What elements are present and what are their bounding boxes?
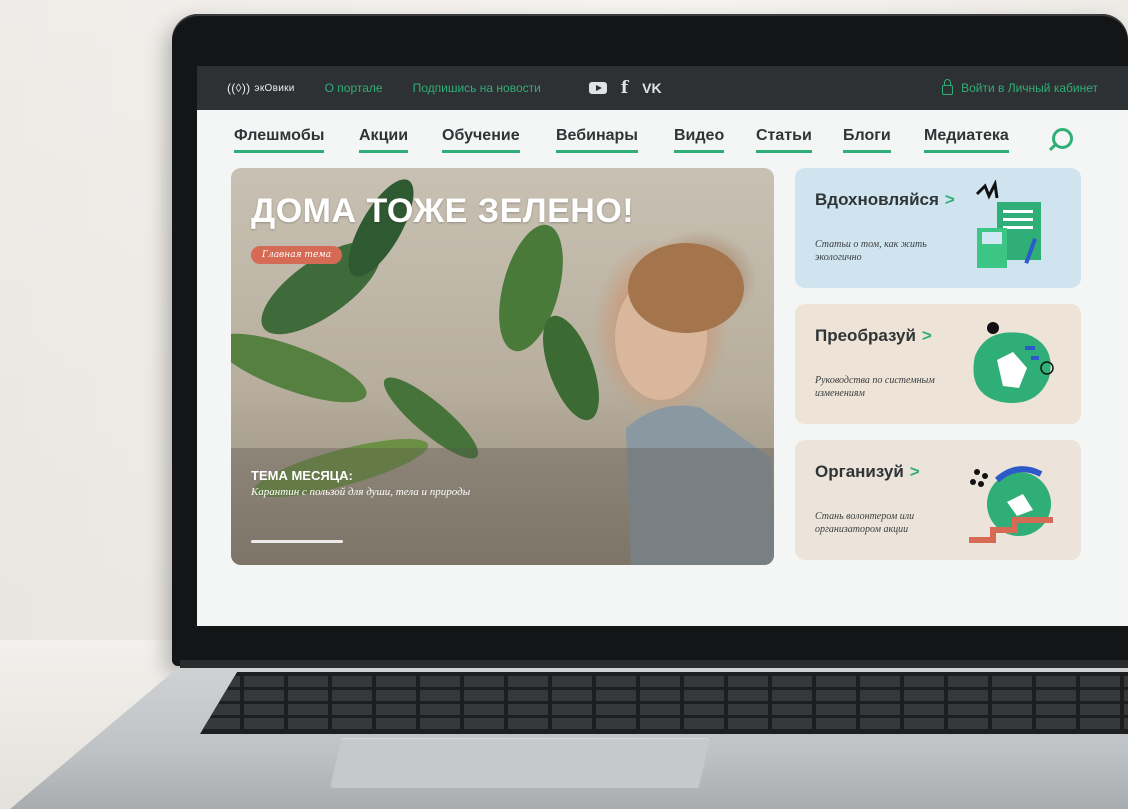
login-label: Войти в Личный кабинет	[961, 81, 1098, 95]
card-text: Статьи о том, как жить экологично	[815, 239, 927, 263]
facebook-icon[interactable]: f	[621, 80, 628, 97]
hero-subtitle: ТЕМА МЕСЯЦА:	[251, 468, 353, 483]
subscribe-link[interactable]: Подпишись на новости	[413, 81, 541, 95]
card-organize[interactable]: Организуй > Стань волонтером или организа…	[795, 440, 1081, 560]
nav-item-media-library[interactable]: Медиатека	[924, 127, 1009, 153]
hero-title: ДОМА ТОЖЕ ЗЕЛЕНО!	[251, 192, 635, 230]
documents-illustration-icon	[975, 180, 1041, 268]
chevron-right-icon: >	[921, 326, 932, 345]
nav-item-video[interactable]: Видео	[674, 127, 725, 153]
lock-icon	[942, 79, 954, 95]
logo-icon: ((◊))	[227, 81, 251, 95]
card-title: Организуй >	[815, 462, 920, 481]
logo-text: экОвики	[254, 82, 295, 94]
card-text: Стань волонтером или организатором акции	[815, 511, 915, 535]
hero-badge[interactable]: Главная тема	[251, 246, 343, 264]
top-bar: ((◊)) экОвики О портале Подпишись на нов…	[197, 66, 1128, 110]
keyboard	[200, 672, 1128, 734]
chevron-right-icon: >	[909, 462, 920, 481]
nav-item-articles[interactable]: Статьи	[756, 127, 812, 153]
nav-item-webinars[interactable]: Вебинары	[556, 127, 638, 153]
nav-item-flashmobs[interactable]: Флешмобы	[234, 127, 325, 153]
vk-icon[interactable]: VK	[642, 80, 661, 96]
touchpad	[330, 738, 710, 788]
nav-item-blogs[interactable]: Блоги	[843, 127, 891, 153]
hero-text: Карантин с пользой для души, тела и прир…	[251, 486, 471, 498]
hero-caption-overlay	[231, 448, 774, 565]
card-text: Руководства по системным изменениям	[815, 375, 935, 399]
card-transform[interactable]: Преобразуй > Руководства по системным изм…	[795, 304, 1081, 424]
site-logo[interactable]: ((◊)) экОвики	[227, 81, 295, 95]
social-links: f VK	[588, 80, 662, 97]
card-inspire[interactable]: Вдохновляйся > Статьи о том, как жить эко…	[795, 168, 1081, 288]
nav-item-education[interactable]: Обучение	[442, 127, 520, 153]
main-nav: Флешмобы Акции Обучение Вебинары Видео С…	[197, 110, 1128, 166]
search-icon[interactable]	[1052, 128, 1073, 149]
chevron-right-icon: >	[944, 190, 955, 209]
about-link[interactable]: О портале	[325, 81, 383, 95]
login-link[interactable]: Войти в Личный кабинет	[942, 79, 1098, 95]
slider-progress-bar[interactable]	[251, 540, 343, 543]
card-title: Вдохновляйся >	[815, 190, 955, 209]
nav-item-actions[interactable]: Акции	[359, 127, 409, 153]
hand-gesture-illustration-icon	[973, 322, 1054, 403]
volunteers-illustration-icon	[969, 466, 1053, 543]
laptop-screen: ((◊)) экОвики О портале Подпишись на нов…	[197, 66, 1128, 626]
hero-banner[interactable]: ДОМА ТОЖЕ ЗЕЛЕНО! Главная тема ТЕМА МЕСЯ…	[231, 168, 774, 565]
card-title: Преобразуй >	[815, 326, 932, 345]
youtube-icon[interactable]	[588, 82, 607, 94]
